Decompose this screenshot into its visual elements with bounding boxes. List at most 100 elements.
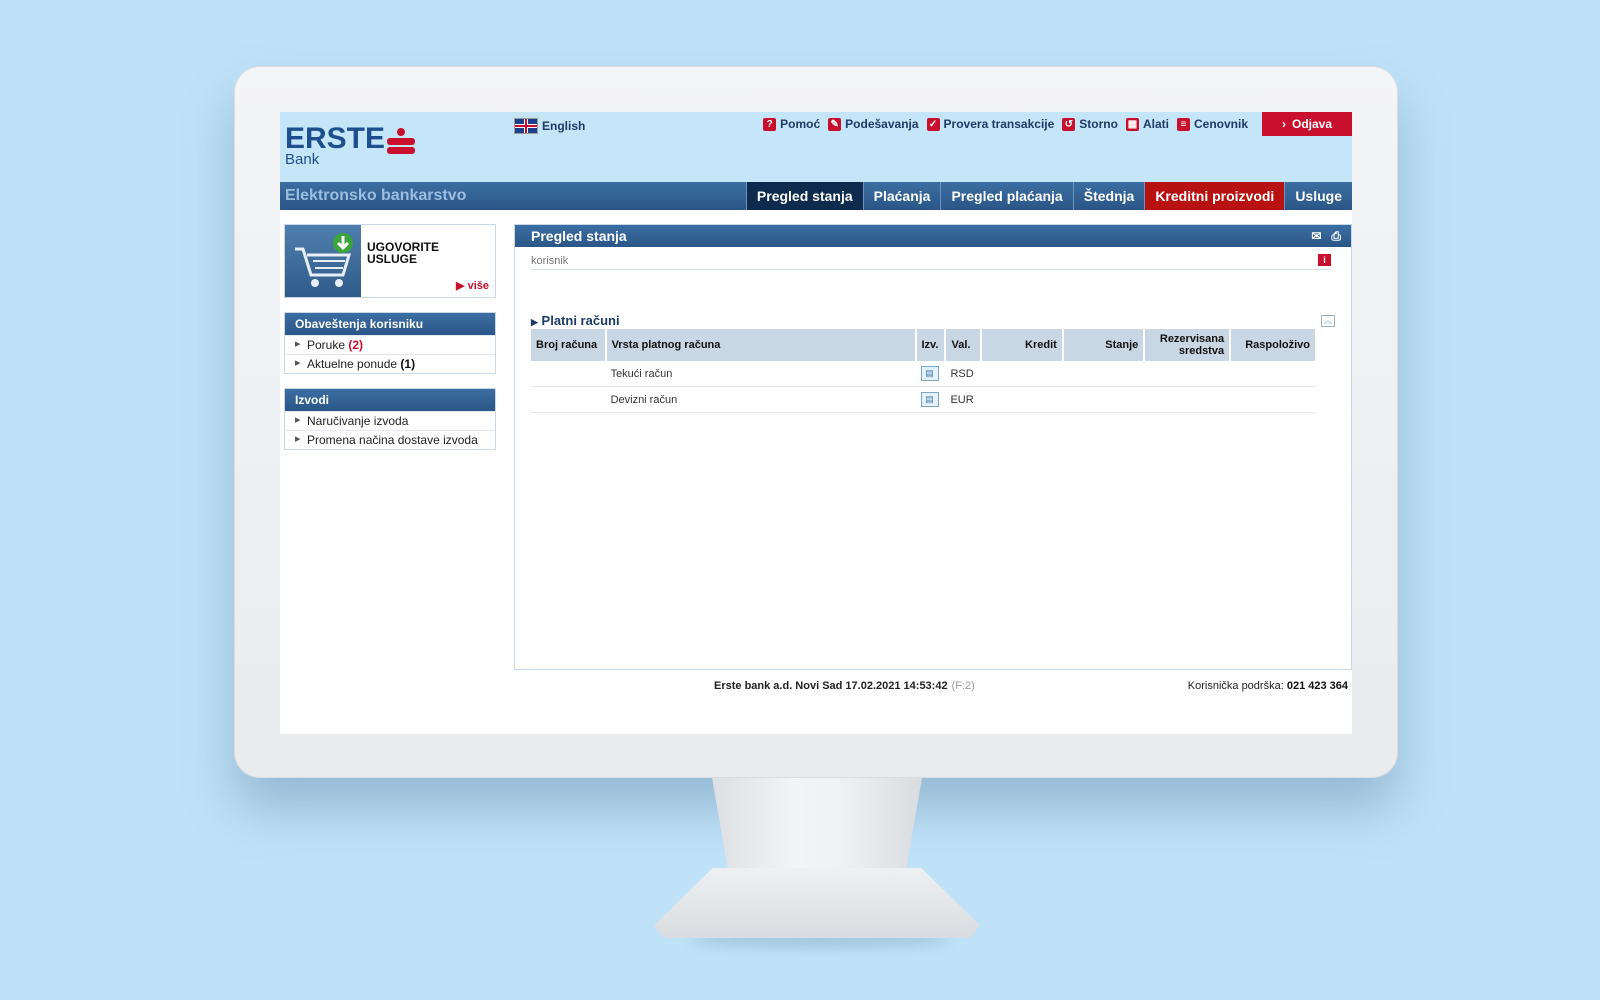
statements-panel: Izvodi Naručivanje izvoda Promena načina… bbox=[284, 388, 496, 450]
collapse-icon[interactable]: ︽ bbox=[1321, 315, 1335, 327]
notifications-panel: Obaveštenja korisniku Poruke (2) Aktueln… bbox=[284, 312, 496, 374]
change-delivery-link[interactable]: Promena načina dostave izvoda bbox=[285, 430, 495, 449]
footer-timestamp: Erste bank a.d. Novi Sad 17.02.2021 14:5… bbox=[714, 680, 948, 692]
notifications-title: Obaveštenja korisniku bbox=[285, 313, 495, 335]
balance bbox=[1062, 361, 1145, 387]
balance bbox=[1062, 386, 1145, 413]
main-nav: Elektronsko bankarstvo Pregled stanja Pl… bbox=[280, 182, 1352, 210]
available bbox=[1230, 361, 1316, 387]
available bbox=[1230, 386, 1316, 413]
logout-label: Odjava bbox=[1291, 117, 1333, 131]
support-info: Korisnička podrška: 021 423 364 bbox=[1188, 680, 1348, 692]
price-list-icon: ≡ bbox=[1176, 117, 1190, 131]
messages-link[interactable]: Poruke (2) bbox=[285, 335, 495, 354]
order-statement-link[interactable]: Naručivanje izvoda bbox=[285, 411, 495, 430]
user-row: korisnik i bbox=[531, 254, 1331, 270]
head-icons: ✉ ⎙ bbox=[1311, 225, 1341, 247]
price-list-link[interactable]: ≡ Cenovnik bbox=[1176, 117, 1248, 131]
tab-credit-products[interactable]: Kreditni proizvodi bbox=[1144, 182, 1285, 210]
account-type-link[interactable]: Tekući račun bbox=[605, 361, 916, 387]
help-link[interactable]: ? Pomoć bbox=[763, 117, 820, 131]
currency: EUR bbox=[945, 386, 982, 413]
help-label: Pomoć bbox=[780, 117, 821, 131]
statement-cell: ▤ bbox=[915, 361, 946, 387]
offers-count: (1) bbox=[400, 357, 416, 371]
col-reserved: Rezervisana sredstva bbox=[1144, 329, 1232, 361]
logo-name: ERSTE bbox=[285, 122, 386, 155]
arrow-right-icon: ▶ bbox=[456, 280, 465, 292]
more-link[interactable]: ▶ više bbox=[456, 279, 489, 292]
wrench-icon: ✎ bbox=[828, 117, 842, 131]
check-transaction-label: Provera transakcije bbox=[943, 117, 1055, 131]
messages-label: Poruke bbox=[307, 338, 346, 352]
more-label: više bbox=[467, 280, 489, 292]
header: ERSTE Bank English ? Pomoć ✎ Podešavanja… bbox=[280, 112, 1352, 186]
tab-services[interactable]: Usluge bbox=[1284, 182, 1352, 210]
col-currency: Val. bbox=[945, 329, 983, 361]
col-account-number: Broj računa bbox=[531, 329, 607, 361]
screen: ERSTE Bank English ? Pomoć ✎ Podešavanja… bbox=[280, 112, 1352, 734]
nav-title: Elektronsko bankarstvo bbox=[285, 187, 467, 204]
email-icon[interactable]: ✉ bbox=[1311, 225, 1321, 247]
currency: RSD bbox=[945, 361, 982, 387]
support-phone: 021 423 364 bbox=[1286, 680, 1348, 692]
top-links: ? Pomoć ✎ Podešavanja ✓ Provera transakc… bbox=[763, 117, 1248, 131]
page-title: Pregled stanja bbox=[531, 228, 627, 244]
chevron-right-icon: › bbox=[1281, 117, 1286, 131]
erste-logo[interactable]: ERSTE Bank bbox=[285, 122, 415, 167]
account-number bbox=[531, 386, 606, 413]
tools-label: Alati bbox=[1142, 117, 1169, 131]
statement-cell: ▤ bbox=[915, 386, 946, 413]
services-promo[interactable]: UGOVORITE USLUGE ▶ više bbox=[284, 224, 496, 298]
col-balance: Stanje bbox=[1062, 329, 1146, 361]
credit bbox=[981, 386, 1063, 413]
table-row: Tekući račun ▤ RSD bbox=[531, 361, 1316, 387]
tab-payment-overview[interactable]: Pregled plaćanja bbox=[940, 182, 1073, 210]
table-header: Broj računa Vrsta platnog računa Izv. Va… bbox=[531, 329, 1317, 361]
section-label: Platni računi bbox=[541, 313, 620, 328]
credit bbox=[981, 361, 1063, 387]
statements-title: Izvodi bbox=[285, 389, 495, 411]
price-list-label: Cenovnik bbox=[1193, 117, 1248, 131]
shopping-cart-icon bbox=[285, 225, 361, 297]
statement-icon[interactable]: ▤ bbox=[920, 366, 939, 381]
help-icon: ? bbox=[763, 117, 777, 131]
monitor-base bbox=[654, 868, 980, 938]
tab-savings[interactable]: Štednja bbox=[1072, 182, 1145, 210]
promo-line2: USLUGE bbox=[367, 252, 418, 266]
settings-label: Podešavanja bbox=[845, 117, 919, 131]
print-icon[interactable]: ⎙ bbox=[1331, 225, 1341, 247]
col-credit: Kredit bbox=[981, 329, 1064, 361]
storno-link[interactable]: ↺ Storno bbox=[1062, 117, 1118, 131]
settings-link[interactable]: ✎ Podešavanja bbox=[828, 117, 919, 131]
tools-link[interactable]: ▦ Alati bbox=[1125, 117, 1169, 131]
account-number bbox=[531, 361, 606, 387]
calculator-icon: ▦ bbox=[1125, 117, 1139, 131]
messages-count: (2) bbox=[348, 338, 364, 352]
tab-account-overview[interactable]: Pregled stanja bbox=[745, 182, 863, 210]
accounts-table: Broj računa Vrsta platnog računa Izv. Va… bbox=[531, 329, 1317, 413]
check-transaction-link[interactable]: ✓ Provera transakcije bbox=[926, 117, 1055, 131]
language-switch[interactable]: English bbox=[514, 118, 585, 134]
offers-link[interactable]: Aktuelne ponude (1) bbox=[285, 354, 495, 373]
erste-s-icon bbox=[387, 128, 415, 154]
account-type-link[interactable]: Devizni račun bbox=[605, 386, 916, 413]
main-title-bar: Pregled stanja ✉ ⎙ bbox=[515, 225, 1351, 247]
support-label: Korisnička podrška: bbox=[1187, 680, 1284, 692]
reserved bbox=[1144, 386, 1231, 413]
monitor-neck bbox=[712, 778, 922, 874]
statement-icon[interactable]: ▤ bbox=[920, 392, 939, 407]
info-icon[interactable]: i bbox=[1318, 254, 1331, 266]
language-label: English bbox=[542, 119, 586, 133]
triangle-right-icon: ▶ bbox=[531, 317, 538, 327]
section-title[interactable]: ▶ Platni računi bbox=[531, 313, 620, 328]
user-label: korisnik bbox=[531, 255, 569, 267]
tab-payments[interactable]: Plaćanja bbox=[862, 182, 941, 210]
logout-button[interactable]: › Odjava bbox=[1262, 112, 1352, 136]
col-statement: Izv. bbox=[915, 329, 947, 361]
offers-label: Aktuelne ponude bbox=[307, 357, 398, 371]
footer-code: (F:2) bbox=[951, 680, 975, 692]
col-available: Raspoloživo bbox=[1230, 329, 1317, 361]
storno-icon: ↺ bbox=[1062, 117, 1076, 131]
nav-tabs: Pregled stanja Plaćanja Pregled plaćanja… bbox=[745, 182, 1352, 210]
